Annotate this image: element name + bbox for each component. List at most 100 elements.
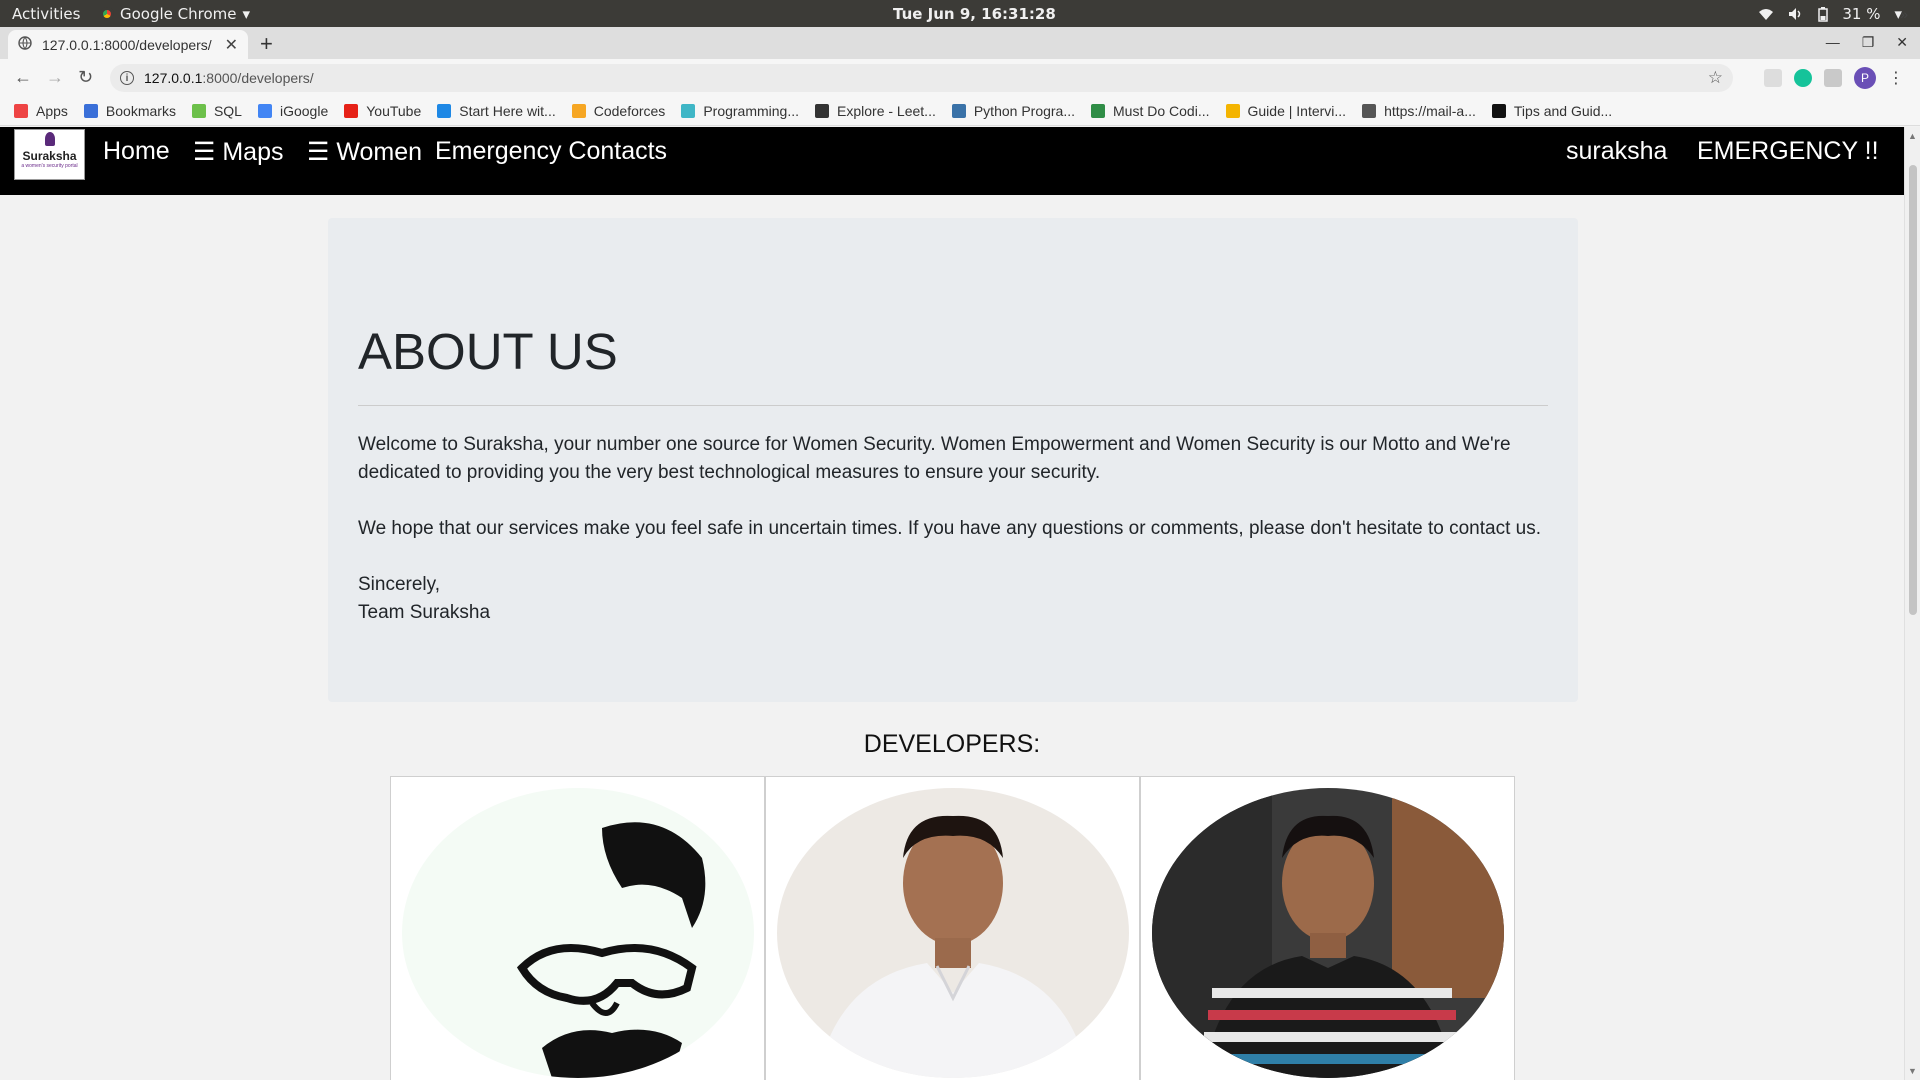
battery-icon — [1818, 6, 1829, 22]
developer-photo — [777, 788, 1129, 1078]
app-menu[interactable]: Google Chrome ▾ — [100, 5, 250, 23]
globe-icon — [18, 36, 32, 53]
bookmark-label: YouTube — [366, 103, 422, 119]
site-logo[interactable]: Suraksha a women's security portal — [14, 129, 85, 180]
star-icon — [83, 104, 98, 118]
bookmark-item[interactable]: SQL — [191, 103, 242, 119]
nav-home[interactable]: Home — [103, 137, 170, 166]
logo-text: Suraksha — [22, 148, 77, 163]
forward-arrow-icon[interactable]: → — [46, 67, 64, 88]
bookmark-item[interactable]: Guide | Intervi... — [1225, 103, 1347, 119]
logo-mark-icon — [45, 132, 55, 146]
about-paragraph-2: We hope that our services make you feel … — [358, 518, 1541, 539]
bookmarks-overflow-icon[interactable]: » — [1900, 6, 1908, 22]
close-window-icon[interactable]: ✕ — [1896, 34, 1908, 51]
developers-heading: DEVELOPERS: — [863, 730, 1041, 758]
globe-icon — [1362, 104, 1377, 118]
codeforces-icon — [571, 104, 586, 118]
bookmark-item[interactable]: Start Here wit... — [437, 103, 556, 119]
about-us-section: ABOUT US Welcome to Suraksha, your numbe… — [328, 218, 1578, 702]
developer-photo — [1152, 788, 1504, 1078]
system-tray[interactable]: 31 % ▾ — [1758, 5, 1902, 23]
about-heading: ABOUT US — [358, 323, 618, 380]
scroll-up-icon[interactable]: ▲ — [1908, 131, 1917, 141]
clock[interactable]: Tue Jun 9, 16:31:28 — [893, 5, 1056, 23]
gfg-icon — [1091, 104, 1106, 118]
tab-active[interactable]: 127.0.0.1:8000/developers/ ✕ — [8, 30, 248, 59]
divider — [358, 405, 1548, 406]
about-paragraph-1: Welcome to Suraksha, your number one sou… — [358, 434, 1511, 483]
nav-emergency-contacts[interactable]: Emergency Contacts — [435, 137, 667, 166]
profile-avatar[interactable]: P — [1854, 67, 1876, 89]
bookmark-item[interactable]: https://mail-a... — [1362, 103, 1476, 119]
bookmark-label: Explore - Leet... — [837, 103, 936, 119]
developer-card — [765, 776, 1140, 1080]
browser-toolbar: ← → ↻ i 127.0.0.1 :8000/developers/ ☆ P … — [0, 59, 1920, 97]
bookmark-item[interactable]: iGoogle — [257, 103, 329, 119]
os-top-bar: Activities Google Chrome ▾ Tue Jun 9, 16… — [0, 0, 1920, 27]
nav-maps-dropdown[interactable]: ☰ Maps — [193, 137, 284, 167]
maximize-icon[interactable]: ❐ — [1862, 34, 1875, 51]
start-here-icon — [437, 104, 452, 118]
bookmark-label: Tips and Guid... — [1513, 103, 1613, 119]
minimize-icon[interactable]: — — [1826, 34, 1840, 51]
apps-grid-icon — [14, 104, 28, 118]
tab-title: 127.0.0.1:8000/developers/ — [42, 36, 212, 53]
new-tab-button[interactable]: + — [260, 31, 273, 57]
signature: Sincerely, Team Suraksha — [358, 571, 1558, 627]
extensions-row: P ⋮ — [1764, 67, 1904, 89]
bookmark-item[interactable]: Python Progra... — [951, 103, 1076, 119]
grammarly-extension-icon[interactable] — [1794, 69, 1812, 87]
page-scrollbar[interactable]: ▲ ▼ — [1904, 127, 1920, 1080]
bookmark-item[interactable]: Must Do Codi... — [1091, 103, 1210, 119]
bookmarks-bar: Apps Bookmarks SQL iGoogle YouTube Start Here… — [0, 97, 1920, 126]
youtube-icon — [344, 104, 359, 118]
bookmark-label: Bookmarks — [105, 103, 176, 119]
bookmark-label: iGoogle — [279, 103, 329, 119]
scroll-down-icon[interactable]: ▼ — [1908, 1066, 1917, 1076]
nav-women-dropdown[interactable]: ☰ Women — [307, 137, 422, 167]
bookmark-item[interactable]: YouTube — [344, 103, 421, 119]
window-controls: — ❐ ✕ — [1826, 34, 1908, 51]
logo-tagline: a women's security portal — [21, 162, 78, 169]
cast-extension-icon[interactable] — [1824, 69, 1842, 87]
bookmark-item[interactable]: Apps — [14, 103, 68, 119]
tips-icon — [1491, 104, 1506, 118]
activities-button[interactable]: Activities — [12, 5, 80, 23]
reload-icon[interactable]: ↻ — [78, 67, 93, 88]
volume-icon — [1788, 7, 1804, 21]
python-icon — [951, 104, 966, 118]
bookmark-item[interactable]: Tips and Guid... — [1491, 103, 1613, 119]
wifi-icon — [1758, 7, 1774, 21]
developer-photo — [402, 788, 754, 1078]
address-bar[interactable]: i 127.0.0.1 :8000/developers/ ☆ — [110, 64, 1733, 92]
eyedropper-extension-icon[interactable] — [1764, 69, 1782, 87]
bookmark-label: Programming... — [703, 103, 800, 119]
bookmark-label: Python Progra... — [973, 103, 1076, 119]
app-menu-label: Google Chrome — [120, 5, 237, 23]
bookmark-star-icon[interactable]: ☆ — [1708, 68, 1723, 88]
site-info-icon[interactable]: i — [120, 71, 134, 85]
bookmark-label: Start Here wit... — [459, 103, 556, 119]
bookmark-item[interactable]: Programming... — [681, 103, 799, 119]
sql-icon — [191, 104, 206, 118]
nav-emergency[interactable]: EMERGENCY !! — [1697, 137, 1879, 166]
programming-icon — [681, 104, 696, 118]
leetcode-icon — [815, 104, 830, 118]
bookmark-label: Guide | Intervi... — [1247, 103, 1347, 119]
chrome-icon — [100, 7, 114, 21]
bookmark-label: SQL — [213, 103, 242, 119]
bookmark-item[interactable]: Explore - Leet... — [815, 103, 936, 119]
scrollbar-thumb[interactable] — [1909, 165, 1917, 615]
kebab-menu-icon[interactable]: ⋮ — [1888, 68, 1904, 88]
close-tab-icon[interactable]: ✕ — [225, 35, 238, 55]
bookmark-item[interactable]: Codeforces — [571, 103, 665, 119]
guide-icon — [1225, 104, 1240, 118]
developer-card — [390, 776, 765, 1080]
bookmark-item[interactable]: Bookmarks — [83, 103, 176, 119]
back-arrow-icon[interactable]: ← — [14, 67, 32, 88]
nav-user[interactable]: suraksha — [1566, 137, 1667, 166]
tab-strip: 127.0.0.1:8000/developers/ ✕ + — ❐ ✕ — [0, 27, 1920, 59]
bookmark-label: Apps — [36, 103, 68, 119]
url-host: 127.0.0.1 — [144, 70, 203, 86]
